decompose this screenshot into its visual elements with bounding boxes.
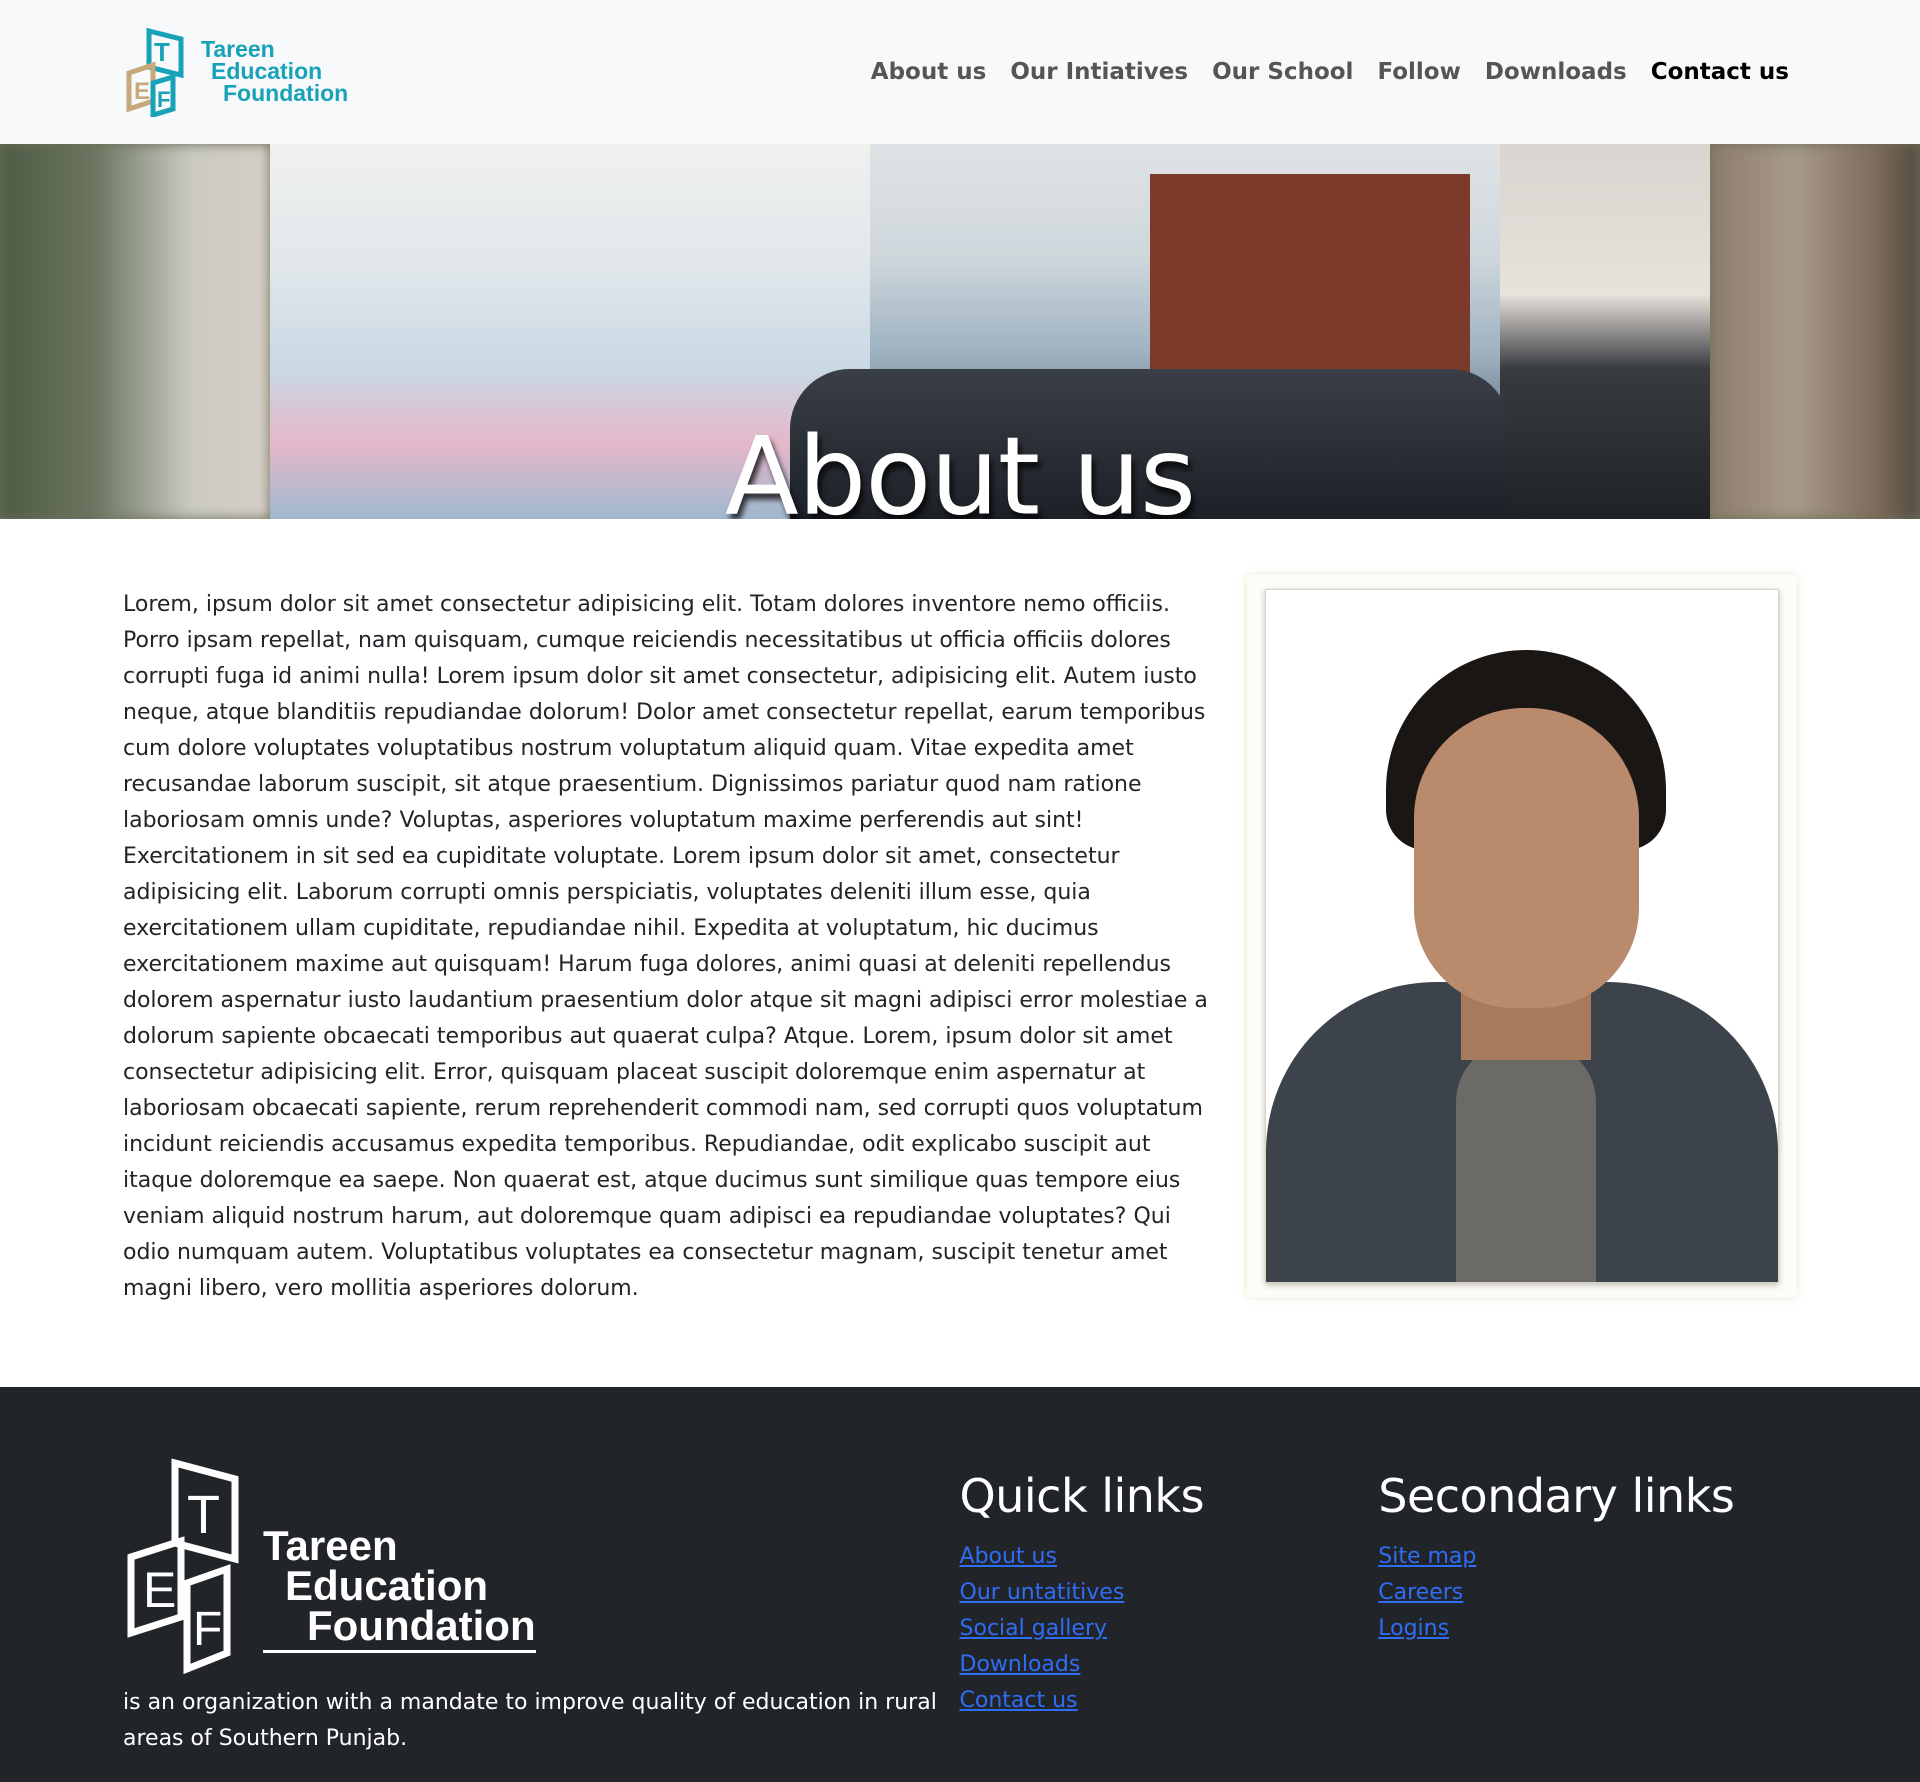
footer-brand-name-line: Tareen [263,1522,398,1570]
hero-banner: About us [0,144,1920,519]
svg-text:F: F [157,87,170,112]
about-section: Lorem, ipsum dolor sit amet consectetur … [0,519,1920,1387]
footer-brand-name: Tareen Education Foundation [263,1522,536,1653]
brand-name: Tareen Education Foundation [201,38,349,106]
nav-item-about-us[interactable]: About us [871,59,987,85]
secondary-links: Secondary links Site map Careers Logins [1378,1457,1797,1782]
quick-links-title: Quick links [959,1469,1205,1523]
svg-text:F: F [193,1603,222,1656]
portrait-face [1413,708,1639,1008]
brand-name-line: Foundation [223,79,349,106]
footer-logo: T E F Tareen Education Foundation [123,1457,960,1677]
nav-item-our-initiatives[interactable]: Our Intiatives [1010,59,1188,85]
nav-item-downloads[interactable]: Downloads [1485,59,1627,85]
main-nav: About us Our Intiatives Our School Follo… [871,59,1789,85]
tef-logo-icon: T E F [126,27,184,117]
nav-item-contact-us[interactable]: Contact us [1651,59,1789,85]
footer-link-social-gallery[interactable]: Social gallery [960,1611,1379,1647]
svg-text:T: T [187,1485,220,1545]
hero-title: About us [724,414,1196,520]
portrait-photo [1264,589,1779,1283]
portrait-card [1246,575,1797,1297]
footer-brand-name-line: Foundation [307,1602,536,1650]
navbar: T E F Tareen Education Foundation About … [0,0,1920,144]
quick-links: Quick links About us Our untatitives Soc… [960,1457,1379,1782]
portrait-shirt [1455,1042,1596,1282]
footer-link-careers[interactable]: Careers [1378,1575,1797,1611]
footer-link-contact-us[interactable]: Contact us [960,1683,1379,1719]
about-paragraph: Lorem, ipsum dolor sit amet consectetur … [123,592,1208,1301]
svg-text:E: E [143,1562,176,1618]
svg-text:T: T [154,37,170,67]
footer-description: is an organization with a mandate to imp… [123,1690,937,1751]
nav-item-our-school[interactable]: Our School [1212,59,1353,85]
footer-brand: T E F Tareen Education Foundation is an … [123,1457,960,1782]
footer-link-our-initiatives[interactable]: Our untatitives [960,1575,1379,1611]
footer-link-site-map[interactable]: Site map [1378,1539,1797,1575]
nav-item-follow[interactable]: Follow [1377,59,1460,85]
secondary-links-title: Secondary links [1378,1469,1735,1523]
footer-brand-name-line: Education [285,1562,489,1610]
tef-logo-icon: T E F [127,1458,239,1675]
site-footer: T E F Tareen Education Foundation is an … [0,1387,1920,1782]
brand-logo-link[interactable]: T E F Tareen Education Foundation [123,27,348,117]
footer-link-about-us[interactable]: About us [960,1539,1379,1575]
footer-link-logins[interactable]: Logins [1378,1611,1797,1647]
svg-text:E: E [134,78,150,105]
footer-link-downloads[interactable]: Downloads [960,1647,1379,1683]
